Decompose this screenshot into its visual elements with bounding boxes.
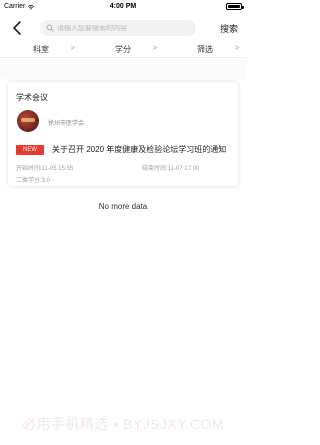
search-icon — [46, 24, 54, 32]
watermark: 必用手机精选 • BYJSJXY.COM — [21, 416, 225, 432]
search-header: 搜索 — [0, 14, 246, 42]
filter-credit-label: 学分 — [115, 45, 131, 54]
page: Carrier 4:00 PM 搜索 科室 > — [0, 0, 246, 445]
new-badge: NEW — [16, 145, 44, 155]
event-title[interactable]: 关于召开 2020 年度健康及检验论坛学习班的通知 — [52, 145, 232, 155]
status-bar: Carrier 4:00 PM — [0, 0, 246, 14]
section-spacer — [0, 59, 246, 79]
card-category: 学术会议 — [16, 93, 48, 102]
status-time: 4:00 PM — [109, 3, 137, 10]
start-time: 开始时间:11-05 15:55 — [16, 166, 74, 172]
chevron-right-icon: > — [70, 45, 75, 52]
search-input[interactable] — [57, 24, 196, 32]
filter-more[interactable]: 筛选 > — [164, 42, 246, 57]
back-arrow-icon[interactable] — [10, 20, 24, 36]
end-time: 结束时间:11-07 17:00 — [142, 166, 200, 172]
credit-info: 二类学分:3.0 — [16, 178, 51, 184]
organizer-avatar — [17, 110, 39, 132]
result-card[interactable]: 学术会议 徐州市医学会 NEW 关于召开 2020 年度健康及检验论坛学习班的通… — [8, 82, 238, 186]
search-button[interactable]: 搜索 — [220, 22, 238, 35]
chevron-right-icon: > — [234, 45, 239, 52]
filter-bar: 科室 > 学分 > 筛选 > — [0, 42, 246, 58]
search-box[interactable] — [40, 20, 196, 36]
filter-more-label: 筛选 — [197, 45, 213, 54]
chevron-right-icon: > — [152, 45, 157, 52]
filter-department-label: 科室 — [33, 45, 49, 54]
no-more-data-label: No more data — [98, 202, 148, 211]
filter-credit[interactable]: 学分 > — [82, 42, 164, 57]
battery-icon — [226, 3, 244, 10]
organizer-name: 徐州市医学会 — [48, 121, 85, 127]
battery-level — [228, 5, 240, 8]
filter-department[interactable]: 科室 > — [0, 42, 82, 57]
